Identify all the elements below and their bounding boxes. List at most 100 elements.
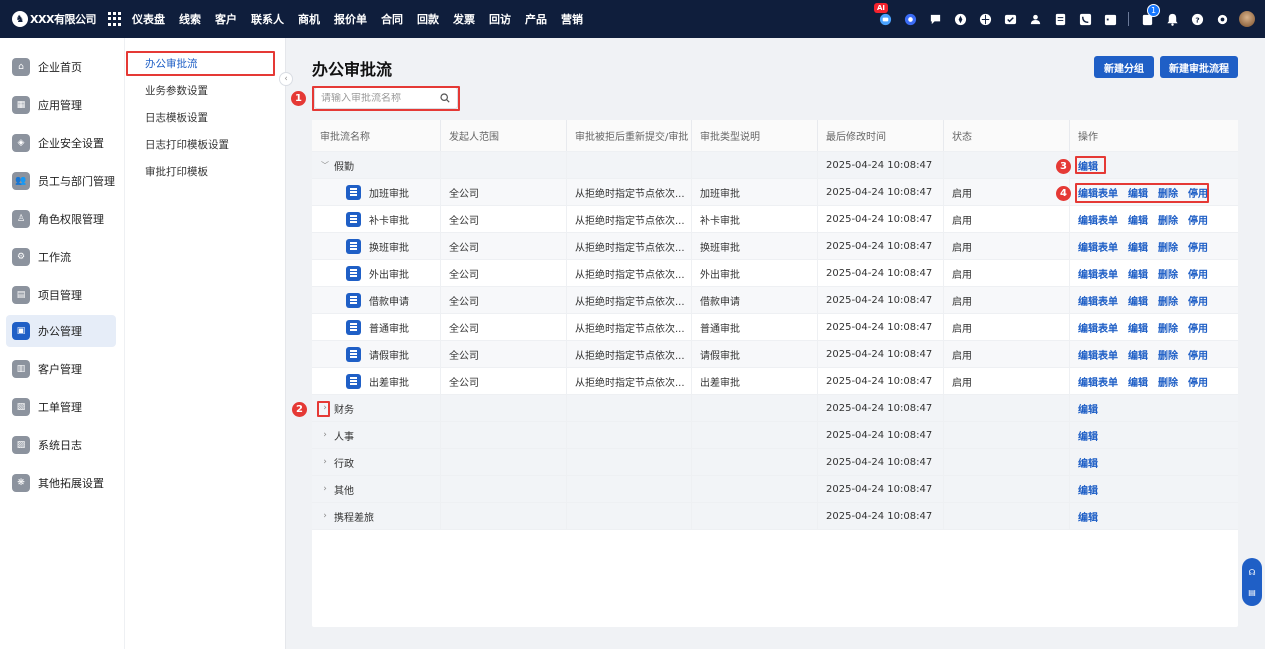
chevron-right-icon[interactable]: › xyxy=(320,430,330,440)
edit-link[interactable]: 编辑 xyxy=(1128,266,1148,281)
group-edit-link[interactable]: 编辑 xyxy=(1078,428,1098,443)
submenu-item[interactable]: 办公审批流 xyxy=(145,56,198,71)
feedback-icon[interactable]: ▤ xyxy=(1248,588,1256,597)
group-row[interactable]: › 携程差旅 2025-04-24 10:08:47 编辑 xyxy=(312,503,1238,530)
group-edit-link[interactable]: 编辑 xyxy=(1078,401,1098,416)
nav-item[interactable]: 客户 xyxy=(215,11,237,27)
sidebar-item[interactable]: ▣ 办公管理 xyxy=(6,315,116,347)
edit-form-link[interactable]: 编辑表单 xyxy=(1078,374,1118,389)
nav-item[interactable]: 合同 xyxy=(381,11,403,27)
delete-link[interactable]: 删除 xyxy=(1158,374,1178,389)
group-row[interactable]: › 其他 2025-04-24 10:08:47 编辑 xyxy=(312,476,1238,503)
disable-link[interactable]: 停用 xyxy=(1188,347,1208,362)
group-row[interactable]: › 人事 2025-04-24 10:08:47 编辑 xyxy=(312,422,1238,449)
submenu-item[interactable]: 审批打印模板 xyxy=(145,164,208,179)
nav-item[interactable]: 产品 xyxy=(525,11,547,27)
nav-item[interactable]: 仪表盘 xyxy=(132,11,165,27)
chevron-right-icon[interactable]: › xyxy=(320,511,330,521)
edit-link[interactable]: 编辑 xyxy=(1128,374,1148,389)
document-icon[interactable] xyxy=(1053,12,1067,26)
calendar-icon[interactable] xyxy=(1103,12,1117,26)
delete-link[interactable]: 删除 xyxy=(1158,185,1178,200)
submenu-item[interactable]: 日志打印模板设置 xyxy=(145,137,229,152)
nav-item[interactable]: 营销 xyxy=(561,11,583,27)
group-edit-link[interactable]: 编辑 xyxy=(1078,509,1098,524)
sidebar-item[interactable]: ▧ 工单管理 xyxy=(6,391,116,423)
nav-item[interactable]: 回款 xyxy=(417,11,439,27)
nav-item[interactable]: 回访 xyxy=(489,11,511,27)
assistant-icon[interactable] xyxy=(903,12,917,26)
disable-link[interactable]: 停用 xyxy=(1188,212,1208,227)
group-row[interactable]: › 行政 2025-04-24 10:08:47 编辑 xyxy=(312,449,1238,476)
delete-link[interactable]: 删除 xyxy=(1158,347,1178,362)
edit-link[interactable]: 编辑 xyxy=(1128,239,1148,254)
ai-robot-icon[interactable]: AI xyxy=(874,3,892,26)
settings-gear-icon[interactable] xyxy=(1215,12,1229,26)
edit-link[interactable]: 编辑 xyxy=(1128,185,1148,200)
edit-form-link[interactable]: 编辑表单 xyxy=(1078,293,1118,308)
sidebar-item[interactable]: ♙ 角色权限管理 xyxy=(6,203,116,235)
group-edit-link[interactable]: 编辑 xyxy=(1078,158,1098,173)
nav-item[interactable]: 报价单 xyxy=(334,11,367,27)
group-edit-link[interactable]: 编辑 xyxy=(1078,455,1098,470)
edit-form-link[interactable]: 编辑表单 xyxy=(1078,239,1118,254)
globe-icon[interactable] xyxy=(978,12,992,26)
delete-link[interactable]: 删除 xyxy=(1158,212,1178,227)
sidebar-item[interactable]: ▥ 客户管理 xyxy=(6,353,116,385)
edit-form-link[interactable]: 编辑表单 xyxy=(1078,212,1118,227)
chevron-right-icon[interactable]: › xyxy=(320,484,330,494)
sidebar-item[interactable]: 👥 员工与部门管理 xyxy=(6,165,116,197)
delete-link[interactable]: 删除 xyxy=(1158,320,1178,335)
bell-icon[interactable] xyxy=(1165,12,1179,26)
customer-service-icon[interactable]: ☊ xyxy=(1248,568,1255,577)
disable-link[interactable]: 停用 xyxy=(1188,239,1208,254)
sidebar-item[interactable]: ▦ 应用管理 xyxy=(6,89,116,121)
edit-link[interactable]: 编辑 xyxy=(1128,347,1148,362)
group-row[interactable]: › 财务 2025-04-24 10:08:47 编辑 xyxy=(312,395,1238,422)
chevron-right-icon[interactable]: › xyxy=(320,457,330,467)
nav-item[interactable]: 发票 xyxy=(453,11,475,27)
new-group-button[interactable]: 新建分组 xyxy=(1094,56,1154,78)
app-grid-icon[interactable] xyxy=(107,12,122,26)
sidebar-item[interactable]: ❋ 其他拓展设置 xyxy=(6,467,116,499)
user-avatar[interactable] xyxy=(1239,11,1255,27)
edit-link[interactable]: 编辑 xyxy=(1128,293,1148,308)
delete-link[interactable]: 删除 xyxy=(1158,239,1178,254)
disable-link[interactable]: 停用 xyxy=(1188,266,1208,281)
nav-item[interactable]: 商机 xyxy=(298,11,320,27)
edit-form-link[interactable]: 编辑表单 xyxy=(1078,320,1118,335)
sidebar-item[interactable]: ◈ 企业安全设置 xyxy=(6,127,116,159)
mail-check-icon[interactable] xyxy=(1003,12,1017,26)
delete-link[interactable]: 删除 xyxy=(1158,266,1178,281)
message-icon[interactable] xyxy=(928,12,942,26)
contact-icon[interactable] xyxy=(1028,12,1042,26)
disable-link[interactable]: 停用 xyxy=(1188,185,1208,200)
chevron-down-icon[interactable]: ﹀ xyxy=(320,160,330,171)
edit-form-link[interactable]: 编辑表单 xyxy=(1078,185,1118,200)
edit-form-link[interactable]: 编辑表单 xyxy=(1078,266,1118,281)
search-icon[interactable] xyxy=(440,93,450,103)
company-brand[interactable]: ♞ XXX有限公司 xyxy=(0,0,96,38)
group-edit-link[interactable]: 编辑 xyxy=(1078,482,1098,497)
edit-link[interactable]: 编辑 xyxy=(1128,212,1148,227)
new-approval-flow-button[interactable]: 新建审批流程 xyxy=(1160,56,1238,78)
search-input[interactable] xyxy=(321,92,437,104)
sidebar-item[interactable]: ⌂ 企业首页 xyxy=(6,51,116,83)
phone-icon[interactable] xyxy=(1078,12,1092,26)
group-row[interactable]: ﹀ 假勤 2025-04-24 10:08:47 编辑 xyxy=(312,152,1238,179)
sidebar-item[interactable]: ▤ 项目管理 xyxy=(6,279,116,311)
collapse-menu-chevron-icon[interactable]: ‹ xyxy=(279,72,293,86)
disable-link[interactable]: 停用 xyxy=(1188,320,1208,335)
help-icon[interactable]: ? xyxy=(1190,12,1204,26)
chevron-right-icon[interactable]: › xyxy=(320,403,330,413)
sidebar-item[interactable]: ▨ 系统日志 xyxy=(6,429,116,461)
compass-icon[interactable] xyxy=(953,12,967,26)
edit-link[interactable]: 编辑 xyxy=(1128,320,1148,335)
disable-link[interactable]: 停用 xyxy=(1188,293,1208,308)
sidebar-item[interactable]: ⚙ 工作流 xyxy=(6,241,116,273)
disable-link[interactable]: 停用 xyxy=(1188,374,1208,389)
delete-link[interactable]: 删除 xyxy=(1158,293,1178,308)
nav-item[interactable]: 线索 xyxy=(179,11,201,27)
edit-form-link[interactable]: 编辑表单 xyxy=(1078,347,1118,362)
submenu-item[interactable]: 日志模板设置 xyxy=(145,110,208,125)
